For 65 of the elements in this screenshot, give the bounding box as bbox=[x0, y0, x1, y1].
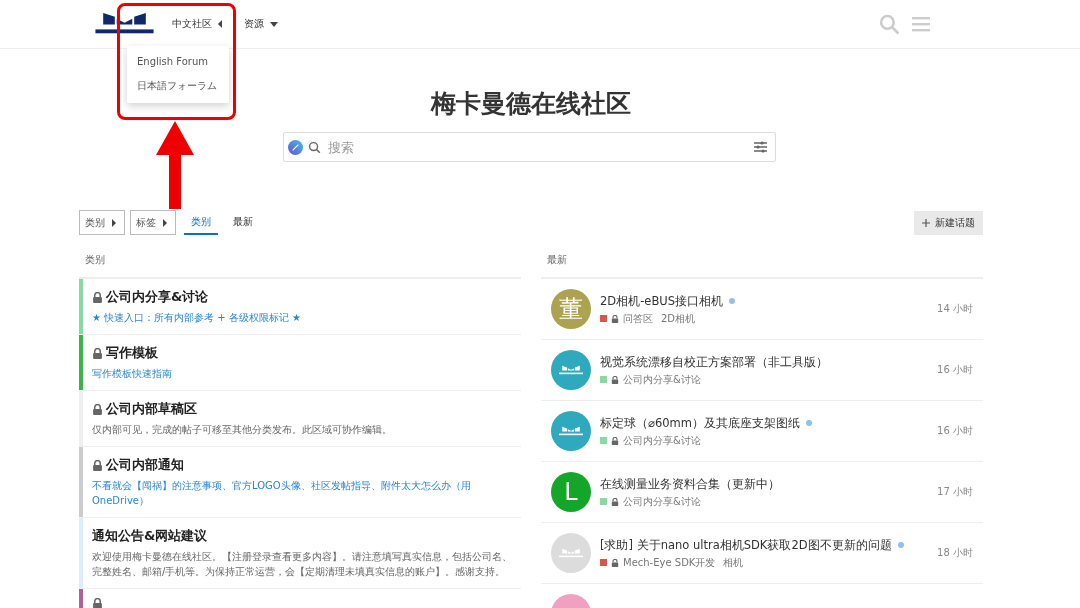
unread-dot bbox=[729, 298, 735, 304]
tag-link[interactable]: 相机 bbox=[723, 555, 744, 570]
column-heading: 最新 bbox=[541, 249, 983, 279]
category-description: 欢迎使用梅卡曼德在线社区。【注册登录查看更多内容】。请注意填写真实信息，包括公司名、完整姓名、邮箱/手机等。为保持正常运营，会【定期清理未填真实信息的账户】。感谢支持。 bbox=[92, 550, 513, 579]
arrow-icon bbox=[156, 121, 194, 209]
topic-title[interactable]: 视觉系统漂移自校正方案部署（非工具版） bbox=[600, 353, 929, 371]
topic-time: 17 小时 bbox=[937, 485, 973, 499]
lock-icon bbox=[92, 403, 103, 415]
topic-title[interactable]: 在线测量业务资料合集（更新中） bbox=[600, 475, 929, 493]
lock-icon bbox=[611, 558, 619, 567]
lock-icon bbox=[92, 291, 103, 303]
category-name: 写作模板 bbox=[106, 344, 158, 362]
topic-title[interactable]: [求助] 关于nano ultra相机SDK获取2D图不更新的问题 bbox=[600, 536, 929, 554]
unread-dot bbox=[805, 420, 812, 426]
topic-time: 16 小时 bbox=[937, 424, 973, 438]
topic-time: 14 小时 bbox=[937, 302, 973, 316]
topic-title[interactable]: 标定球（⌀60mm）及其底座支架图纸 bbox=[600, 414, 929, 432]
lock-icon bbox=[92, 598, 103, 608]
category-link[interactable]: 公司内分享&讨论 bbox=[623, 494, 701, 509]
topic-time: 16 小时 bbox=[937, 363, 973, 377]
compass-icon bbox=[288, 139, 303, 155]
plus-icon bbox=[922, 218, 930, 227]
search-icon[interactable] bbox=[879, 13, 900, 35]
logo bbox=[558, 547, 584, 559]
category-name: 公司内分享&讨论 bbox=[106, 288, 209, 306]
category-description[interactable]: 不看就会【闯祸】的注意事项、官方LOGO头像、社区发帖指导、附件太大怎么办（用OneDrive） bbox=[92, 478, 513, 508]
category-link[interactable]: 公司内分享&讨论 bbox=[623, 372, 701, 387]
category-name: 公司内部通知 bbox=[106, 456, 184, 474]
lock-icon bbox=[611, 314, 619, 323]
category-link[interactable]: Mech-Eye SDK开发 bbox=[623, 555, 716, 570]
new-topic-button[interactable]: 新建话题 bbox=[914, 210, 983, 235]
lock-icon bbox=[611, 375, 619, 384]
menu-item[interactable]: English Forum bbox=[127, 50, 229, 73]
topic-time: 18 小时 bbox=[937, 546, 973, 560]
unread-dot bbox=[897, 542, 904, 548]
menu-item[interactable]: 日本語フォーラム bbox=[127, 73, 229, 99]
filter-sliders-icon[interactable] bbox=[754, 141, 767, 153]
category-description[interactable]: ★ 快速入口：所有内部参考 + 各级权限标记 ★ bbox=[92, 310, 513, 325]
category-description: 仅内部可见，完成的帖子可移至其他分类发布。此区域可协作编辑。 bbox=[92, 423, 393, 437]
column-heading: 类别 bbox=[79, 249, 521, 279]
avatar[interactable] bbox=[551, 411, 591, 451]
lock-icon bbox=[611, 436, 619, 445]
lock-icon bbox=[92, 459, 103, 471]
category-link[interactable]: 问答区 bbox=[623, 311, 653, 326]
search-bar[interactable]: 搜索 bbox=[283, 132, 776, 162]
category-link[interactable]: 公司内分享&讨论 bbox=[623, 433, 701, 448]
lock-icon bbox=[611, 497, 619, 506]
lock-icon bbox=[92, 347, 103, 359]
nav-tab[interactable]: 类别 bbox=[184, 210, 218, 235]
topic-title[interactable]: 2D相机-eBUS接口相机 bbox=[600, 292, 929, 310]
menu-icon[interactable] bbox=[912, 16, 930, 32]
tag-link[interactable]: 2D相机 bbox=[661, 311, 696, 326]
category-name: 公司内部草稿区 bbox=[106, 400, 197, 418]
category-name: 通知公告&网站建议 bbox=[92, 527, 208, 545]
avatar[interactable] bbox=[551, 533, 591, 573]
nav-menu[interactable]: 中文社区 bbox=[172, 17, 222, 31]
avatar[interactable] bbox=[551, 350, 591, 390]
nav-menu[interactable]: 资源 bbox=[244, 17, 278, 31]
nav-tab[interactable]: 最新 bbox=[226, 210, 260, 235]
category-description[interactable]: 写作模板快速指南 bbox=[92, 366, 513, 381]
filter-dropdown[interactable]: 标签 bbox=[130, 210, 176, 235]
logo bbox=[558, 364, 584, 376]
search-icon bbox=[308, 140, 321, 154]
logo bbox=[558, 425, 584, 437]
filter-dropdown[interactable]: 类别 bbox=[79, 210, 125, 235]
